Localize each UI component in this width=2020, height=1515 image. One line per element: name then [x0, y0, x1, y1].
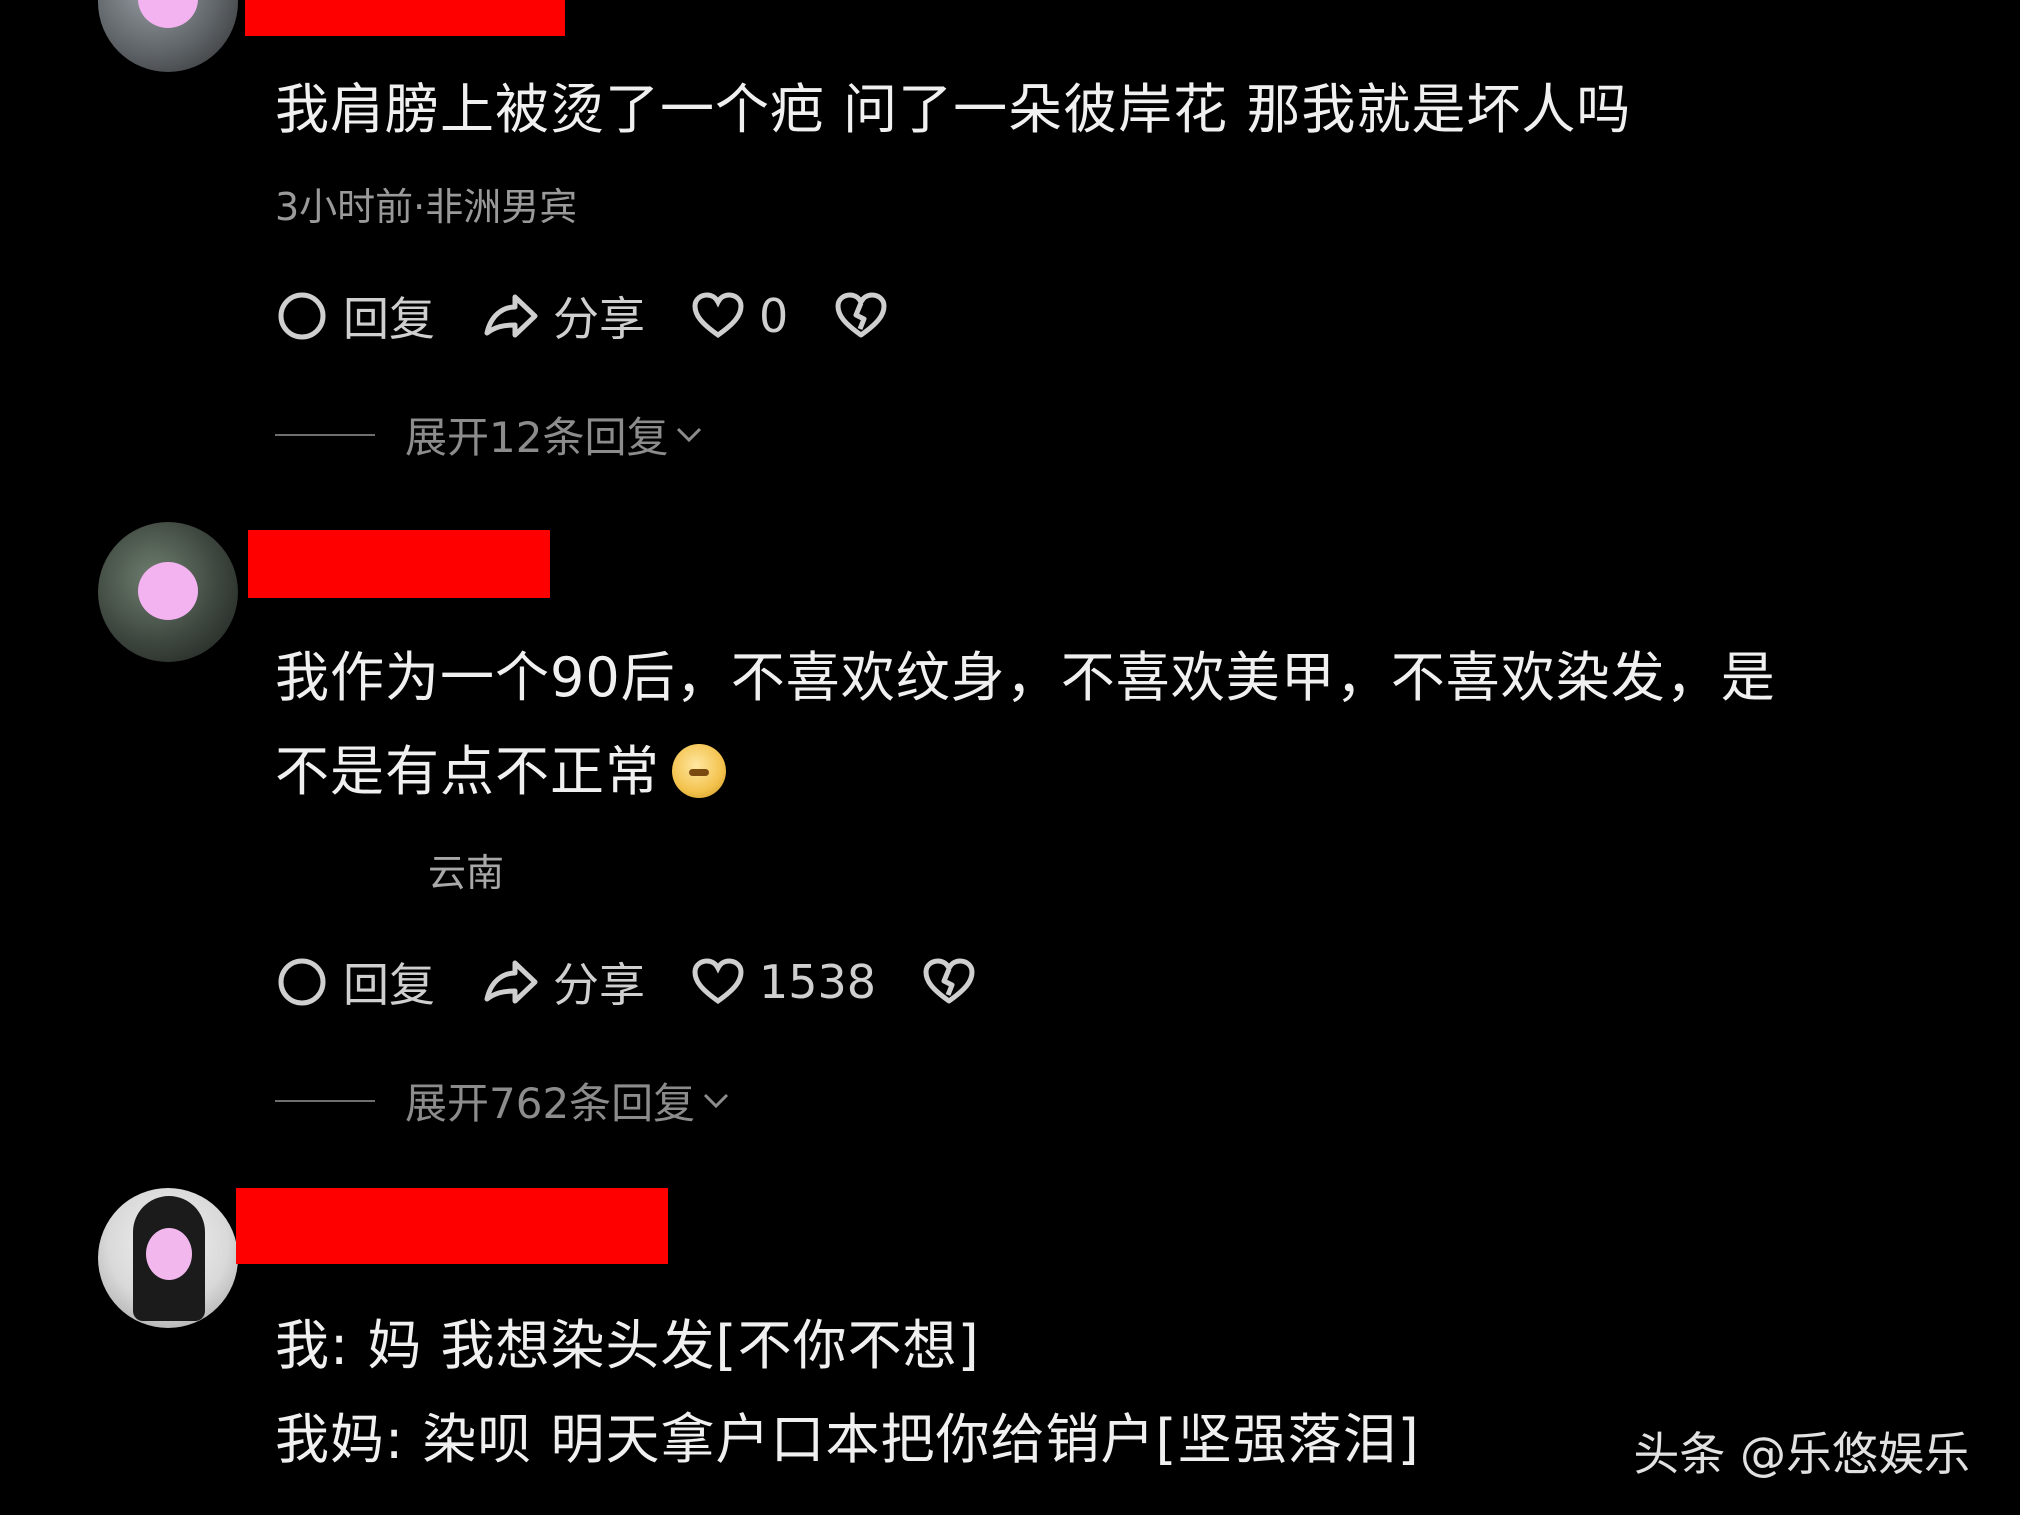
action-bar: 回复 分享 1538 — [275, 952, 1036, 1012]
reply-button[interactable]: 回复 — [275, 949, 435, 1015]
dislike-icon — [923, 958, 975, 1004]
avatar-face — [138, 0, 198, 28]
share-icon — [484, 294, 538, 338]
dislike-icon — [835, 292, 887, 338]
reply-label: 回复 — [343, 958, 435, 1012]
avatar-face — [146, 1228, 192, 1280]
chevron-down-icon — [704, 1093, 729, 1108]
avatar[interactable] — [98, 0, 238, 72]
comment-icon — [278, 958, 326, 1006]
expand-replies-button[interactable]: 展开762条回复 — [275, 1070, 731, 1131]
avatar[interactable] — [98, 1188, 238, 1328]
smile-emoji-icon — [672, 744, 726, 798]
share-label: 分享 — [553, 292, 645, 346]
watermark: 头条 @乐悠娱乐 — [1633, 1427, 1970, 1481]
avatar-face — [138, 562, 198, 620]
divider — [275, 433, 375, 436]
redacted-username — [248, 530, 550, 598]
comment-text: 我: 妈 我想染头发[不你不想] — [275, 1314, 980, 1377]
expand-replies-label: 展开762条回复 — [405, 1079, 696, 1128]
reply-label: 回复 — [343, 292, 435, 346]
comment-text: 我妈: 染呗 明天拿户口本把你给销户[坚强落泪] — [275, 1394, 1420, 1486]
expand-replies-label: 展开12条回复 — [405, 413, 669, 462]
comment-text: 我作为一个90后，不喜欢纹身，不喜欢美甲，不喜欢染发，是 — [275, 646, 1776, 709]
like-count: 1538 — [759, 955, 877, 1009]
comment-text: 我肩膀上被烫了一个疤 问了一朵彼岸花 那我就是坏人吗 — [275, 78, 1632, 141]
redacted-username — [245, 0, 565, 36]
action-bar: 回复 分享 0 — [275, 286, 948, 346]
like-count: 0 — [759, 289, 789, 343]
heart-icon — [692, 958, 744, 1005]
expand-replies-button[interactable]: 展开12条回复 — [275, 404, 704, 465]
comment-text-line: 不是有点不正常 — [275, 740, 660, 803]
share-icon — [484, 960, 538, 1004]
comment-icon — [278, 292, 326, 340]
reply-button[interactable]: 回复 — [275, 283, 435, 349]
share-button[interactable]: 分享 — [481, 949, 645, 1015]
chevron-down-icon — [677, 427, 702, 442]
comment-meta: 3小时前·非洲男宾 — [275, 185, 578, 229]
redacted-username — [236, 1188, 668, 1264]
heart-icon — [692, 292, 744, 339]
avatar[interactable] — [98, 522, 238, 662]
share-label: 分享 — [553, 958, 645, 1012]
comment-location: 云南 — [428, 851, 505, 895]
comment-text: 不是有点不正常 — [275, 726, 726, 818]
dislike-button[interactable] — [834, 291, 902, 341]
like-button[interactable]: 0 — [691, 289, 788, 343]
comment-text-line: 我妈: 染呗 明天拿户口本把你给销户[坚强落泪] — [275, 1408, 1420, 1471]
share-button[interactable]: 分享 — [481, 283, 645, 349]
like-button[interactable]: 1538 — [691, 955, 876, 1009]
divider — [275, 1099, 375, 1102]
dislike-button[interactable] — [922, 957, 990, 1007]
